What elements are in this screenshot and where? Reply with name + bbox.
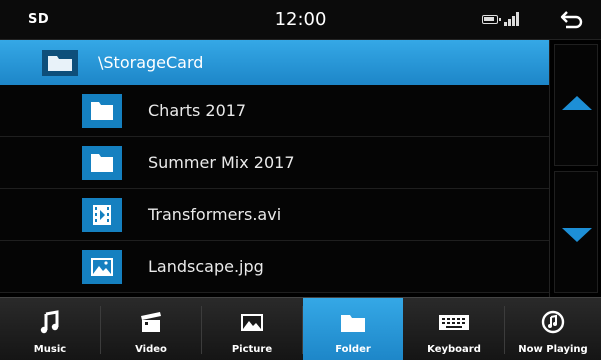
current-path: \StorageCard	[98, 53, 204, 72]
tab-label: Now Playing	[518, 344, 588, 355]
bottom-nav: Music Video Picture Folder Keyboard Now …	[0, 297, 601, 360]
arrow-down-icon	[562, 228, 592, 242]
scroll-panel	[549, 40, 601, 297]
item-label: Charts 2017	[148, 101, 247, 120]
scroll-up-button[interactable]	[554, 44, 598, 166]
signal-icon	[504, 12, 520, 26]
video-file-icon	[82, 198, 122, 232]
tab-now-playing[interactable]: Now Playing	[505, 298, 601, 360]
list-item[interactable]: Landscape.jpg	[0, 241, 549, 293]
back-icon[interactable]	[559, 8, 585, 32]
tab-music[interactable]: Music	[0, 298, 100, 360]
item-label: Landscape.jpg	[148, 257, 264, 276]
arrow-up-icon	[562, 96, 592, 110]
tab-label: Keyboard	[427, 344, 481, 355]
status-bar: SD 12:00	[0, 0, 601, 40]
folder-icon	[82, 146, 122, 180]
folder-icon	[42, 50, 78, 80]
file-list: \StorageCard Charts 2017 Summer Mix 2017	[0, 40, 549, 297]
tab-picture[interactable]: Picture	[202, 298, 302, 360]
battery-icon	[482, 15, 501, 24]
folder-icon	[338, 310, 368, 338]
tab-label: Music	[33, 344, 67, 355]
clapperboard-icon	[139, 310, 163, 338]
now-playing-icon	[541, 310, 565, 338]
tab-keyboard[interactable]: Keyboard	[404, 298, 504, 360]
tab-video[interactable]: Video	[101, 298, 201, 360]
item-label: Summer Mix 2017	[148, 153, 295, 172]
folder-icon	[82, 94, 122, 128]
picture-icon	[239, 310, 265, 338]
list-item[interactable]: Summer Mix 2017	[0, 137, 549, 189]
keyboard-icon	[437, 310, 471, 338]
list-item[interactable]: Charts 2017	[0, 85, 549, 137]
tab-folder[interactable]: Folder	[303, 298, 403, 360]
tab-label: Video	[135, 344, 167, 355]
tab-label: Picture	[231, 344, 273, 355]
current-path-row[interactable]: \StorageCard	[0, 40, 549, 85]
scroll-down-button[interactable]	[554, 171, 598, 293]
tab-label: Folder	[335, 344, 371, 355]
item-label: Transformers.avi	[148, 205, 282, 224]
list-item[interactable]: Transformers.avi	[0, 189, 549, 241]
music-note-icon	[40, 310, 60, 338]
image-file-icon	[82, 250, 122, 284]
